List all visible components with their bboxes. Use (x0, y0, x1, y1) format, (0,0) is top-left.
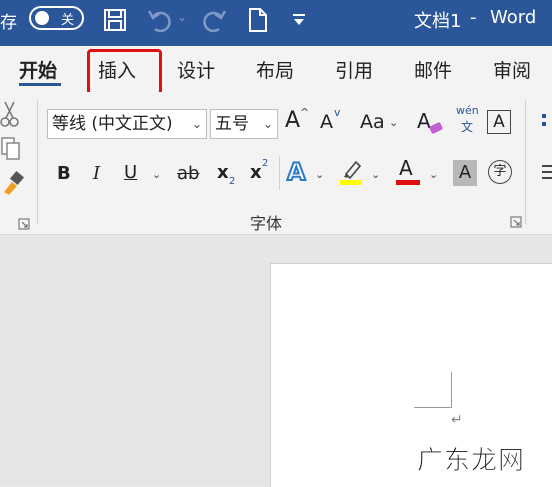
font-size-dropdown[interactable]: 五号 ⌄ (210, 109, 278, 139)
subscript-mark: 2 (229, 176, 236, 187)
autosave-label: 存 (0, 13, 17, 33)
chevron-down-icon: ⌄ (389, 116, 399, 129)
caret-up-icon: ^ (300, 106, 310, 119)
phonetic-guide-bottom[interactable]: 文 (461, 118, 473, 135)
redo-icon[interactable] (199, 7, 229, 33)
chevron-down-icon[interactable]: ⌄ (371, 168, 380, 181)
font-dialog-launcher-icon[interactable] (510, 216, 522, 228)
font-group-label: 字体 (250, 214, 283, 233)
font-size-value: 五号 (215, 114, 249, 134)
underline-button[interactable]: U (124, 162, 137, 183)
copy-icon[interactable] (0, 136, 22, 162)
autosave-toggle[interactable]: 关 (29, 6, 84, 30)
undo-icon[interactable] (145, 7, 175, 33)
align-left-icon[interactable] (540, 162, 552, 182)
change-case-button[interactable]: Aa (360, 111, 385, 133)
insert-tab-highlight-box (87, 49, 162, 95)
clipboard-launcher-icon[interactable] (18, 218, 30, 230)
active-tab-indicator (19, 83, 61, 86)
ribbon: 等线 (中文正文) ⌄ 五号 ⌄ A ^ A v Aa ⌄ A wén 文 A … (0, 92, 552, 235)
italic-button[interactable]: I (93, 163, 100, 184)
toggle-knob (35, 11, 49, 25)
bold-button[interactable]: B (57, 163, 71, 184)
title-separator: - (470, 7, 477, 28)
chevron-down-icon[interactable]: ⌄ (315, 168, 324, 181)
character-shading-button[interactable]: A (453, 160, 477, 186)
paragraph-mark-icon: ↵ (451, 412, 463, 428)
text-effects-button[interactable]: A (286, 157, 307, 187)
strikethrough-button[interactable]: ab (177, 163, 199, 184)
watermark-text: 广东龙网 (416, 446, 526, 477)
margin-marker (414, 372, 452, 408)
title-bar: 存 关 ⌄ 文档1 - Word (0, 0, 552, 40)
customize-toolbar-icon[interactable] (291, 12, 307, 28)
new-document-icon[interactable] (247, 7, 269, 33)
tab-mailings[interactable]: 邮件 (414, 56, 452, 83)
tab-review[interactable]: 审阅 (493, 56, 531, 83)
grow-font-button[interactable]: A (285, 108, 300, 133)
enclose-characters-button[interactable]: 字 (488, 160, 512, 184)
superscript-button[interactable]: x (250, 162, 262, 183)
app-name: Word (490, 7, 537, 28)
group-divider (279, 156, 280, 190)
subscript-button[interactable]: x (217, 162, 229, 183)
save-icon[interactable] (103, 8, 127, 32)
shrink-font-button[interactable]: A (320, 111, 333, 133)
character-border-button[interactable]: A (487, 110, 511, 134)
tab-design[interactable]: 设计 (177, 56, 215, 83)
autosave-state: 关 (61, 13, 75, 28)
undo-dropdown-icon[interactable]: ⌄ (177, 10, 187, 24)
caret-down-icon: v (334, 106, 341, 119)
font-name-value: 等线 (中文正文) (52, 114, 173, 134)
cut-icon[interactable] (0, 100, 20, 128)
chevron-down-icon[interactable]: ⌄ (152, 168, 161, 181)
format-painter-icon[interactable] (0, 170, 24, 196)
tab-home[interactable]: 开始 (19, 56, 57, 83)
font-color-swatch (396, 180, 420, 185)
chevron-down-icon: ⌄ (191, 117, 202, 131)
phonetic-guide-top[interactable]: wén (456, 104, 479, 117)
chevron-down-icon: ⌄ (262, 117, 273, 131)
highlighter-icon[interactable] (338, 158, 364, 186)
tab-layout[interactable]: 布局 (256, 56, 294, 83)
superscript-mark: 2 (262, 158, 269, 169)
group-divider (37, 100, 38, 224)
tab-references[interactable]: 引用 (335, 56, 373, 83)
paragraph-list-icon[interactable] (540, 112, 552, 132)
eraser-icon (429, 122, 443, 134)
chevron-down-icon[interactable]: ⌄ (429, 168, 438, 181)
font-color-button[interactable]: A (399, 156, 413, 180)
group-divider (525, 100, 526, 224)
document-title: 文档1 (414, 11, 462, 32)
font-name-dropdown[interactable]: 等线 (中文正文) ⌄ (47, 109, 207, 139)
